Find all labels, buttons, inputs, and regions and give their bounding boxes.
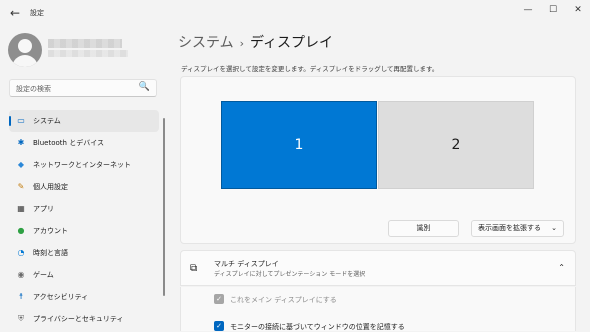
display-icon: ▭ xyxy=(17,116,25,125)
sidebar-item-time-language[interactable]: ◔ 時刻と言語 xyxy=(9,242,159,264)
app-title: 設定 xyxy=(30,9,44,17)
avatar[interactable] xyxy=(8,33,42,67)
sidebar-item-bluetooth[interactable]: ✱ Bluetooth とデバイス xyxy=(9,132,159,154)
brush-icon: ✎ xyxy=(17,182,25,191)
shield-icon: ⛨ xyxy=(18,314,24,323)
bluetooth-icon: ✱ xyxy=(17,138,25,147)
breadcrumb-separator-icon: › xyxy=(239,37,244,50)
sidebar-scrollbar[interactable] xyxy=(163,118,165,296)
sidebar-item-label: システム xyxy=(33,117,61,125)
multi-display-subtitle: ディスプレイに対してプレゼンテーション モードを選択 xyxy=(214,271,366,278)
sidebar-item-gaming[interactable]: ◉ ゲーム xyxy=(9,264,159,286)
minimize-icon[interactable]: — xyxy=(518,3,538,17)
sidebar-item-label: プライバシーとセキュリティ xyxy=(33,315,124,323)
arrangement-hint: ディスプレイを選択して設定を変更します。ディスプレイをドラッグして再配置します。 xyxy=(181,65,439,73)
display-mode-dropdown[interactable]: 表示画面を拡張する ⌄ xyxy=(471,220,564,237)
multi-display-title: マルチ ディスプレイ xyxy=(214,260,279,268)
sidebar-item-accounts[interactable]: ● アカウント xyxy=(9,220,159,242)
sidebar-item-label: Bluetooth とデバイス xyxy=(33,139,104,147)
monitor-1[interactable]: 1 xyxy=(221,101,377,189)
close-icon[interactable]: ✕ xyxy=(568,3,588,17)
sidebar-item-system[interactable]: ▭ システム xyxy=(9,110,159,132)
main-display-checkbox: ✓ xyxy=(214,294,224,304)
multi-monitor-icon: ⧉ xyxy=(190,263,198,274)
page-title: システム › ディスプレイ xyxy=(178,32,333,52)
account-icon: ● xyxy=(17,226,25,235)
sidebar-item-label: ネットワークとインターネット xyxy=(33,161,131,169)
multi-display-section[interactable]: ⧉ マルチ ディスプレイ ディスプレイに対してプレゼンテーション モードを選択 … xyxy=(180,250,576,286)
maximize-icon[interactable]: ☐ xyxy=(543,3,563,17)
avatar-head xyxy=(18,39,32,53)
breadcrumb-current: ディスプレイ xyxy=(250,35,334,51)
sidebar-item-accessibility[interactable]: ☨ アクセシビリティ xyxy=(9,286,159,308)
chevron-up-icon[interactable]: ⌃ xyxy=(558,263,565,272)
back-arrow-icon[interactable]: ← xyxy=(8,6,22,20)
search-placeholder: 設定の検索 xyxy=(16,85,51,93)
monitor-2[interactable]: 2 xyxy=(378,101,534,189)
title-bar: ← 設定 — ☐ ✕ xyxy=(0,0,590,28)
sidebar-item-personalization[interactable]: ✎ 個人用設定 xyxy=(9,176,159,198)
gamepad-icon: ◉ xyxy=(17,270,25,279)
remember-window-checkbox[interactable]: ✓ xyxy=(214,321,224,331)
search-input[interactable]: 設定の検索 🔍 xyxy=(9,79,157,97)
sidebar-item-label: ゲーム xyxy=(33,271,54,279)
search-icon[interactable]: 🔍 xyxy=(139,82,150,92)
sidebar-item-privacy[interactable]: ⛨ プライバシーとセキュリティ xyxy=(9,308,159,330)
sidebar-item-label: 個人用設定 xyxy=(33,183,68,191)
sidebar-item-apps[interactable]: ▦ アプリ xyxy=(9,198,159,220)
clock-globe-icon: ◔ xyxy=(17,248,25,257)
network-icon: ◆ xyxy=(17,160,25,169)
account-name-redacted xyxy=(48,39,122,48)
apps-icon: ▦ xyxy=(17,204,25,213)
sidebar-item-network[interactable]: ◆ ネットワークとインターネット xyxy=(9,154,159,176)
identify-button[interactable]: 識別 xyxy=(388,220,459,237)
sidebar-item-label: アカウント xyxy=(33,227,68,235)
sidebar-item-label: 時刻と言語 xyxy=(33,249,68,257)
avatar-shoulders xyxy=(12,55,38,67)
display-mode-value: 表示画面を拡張する xyxy=(478,224,541,232)
sidebar-item-label: アクセシビリティ xyxy=(33,293,89,301)
main-display-label: これをメイン ディスプレイにする xyxy=(230,296,337,304)
breadcrumb-system[interactable]: システム xyxy=(178,35,234,51)
account-email-redacted xyxy=(48,50,128,57)
sidebar-item-label: アプリ xyxy=(33,205,54,213)
sidebar-nav: ▭ システム ✱ Bluetooth とデバイス ◆ ネットワークとインターネッ… xyxy=(9,110,159,330)
chevron-down-icon: ⌄ xyxy=(551,224,557,232)
accessibility-icon: ☨ xyxy=(18,292,24,301)
